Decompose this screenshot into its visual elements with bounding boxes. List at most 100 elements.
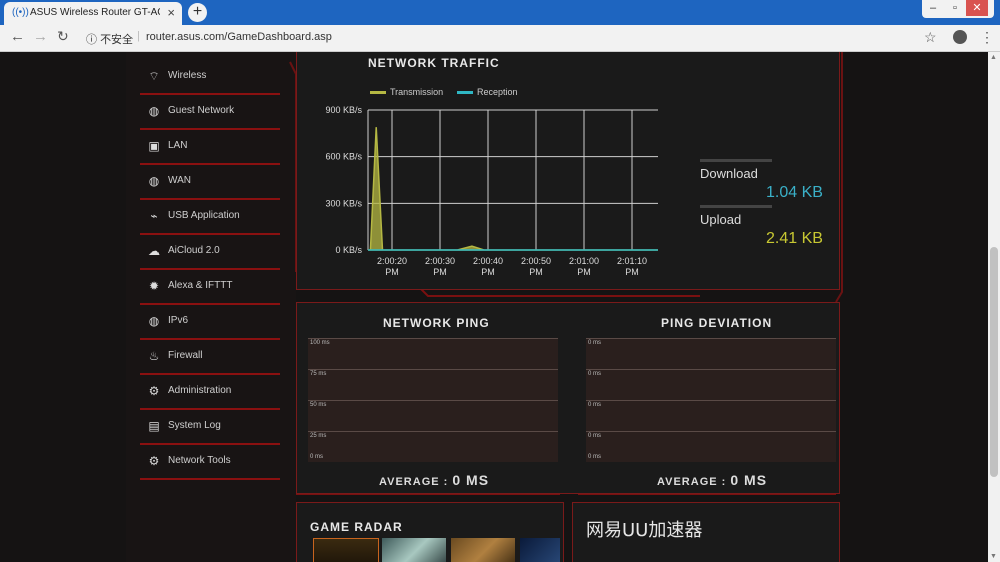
deviation-axis-label: 0 ms [588,402,602,408]
x-tick-label: 2:00:30 [425,256,455,266]
sidebar-item-usb-application[interactable]: ⌁ USB Application [140,200,280,235]
sidebar-item-system-log[interactable]: ▤ System Log [140,410,280,445]
reload-icon[interactable]: ↻ [57,28,69,45]
url-field[interactable]: router.asus.com/GameDashboard.asp [146,31,332,43]
globe-icon: ◍ [148,104,160,118]
sidebar-item-label: LAN [168,140,188,151]
sidebar-item-label: WAN [168,175,191,186]
forward-icon[interactable]: → [33,28,48,45]
x-tick-label: PM [385,267,399,277]
sidebar-item-wireless[interactable]: ⌔ Wireless [140,60,280,95]
globe-icon: ◍ [148,174,160,188]
window-controls: – ▫ ✕ [922,0,994,18]
grid-line [586,431,836,432]
series-transmission-area [368,127,658,251]
ping-axis-label: 25 ms [310,433,327,439]
grid-line [586,338,836,339]
browser-menu-icon[interactable]: ⋮ [980,29,994,46]
upload-bar [700,205,772,208]
wifi-icon: ⌔ [148,69,160,83]
sidebar-item-firewall[interactable]: ♨ Firewall [140,340,280,375]
sidebar-item-lan[interactable]: ▣ LAN [140,130,280,165]
security-label: 不安全 [100,34,134,46]
network-traffic-chart: 900 KB/s600 KB/s300 KB/s0 KB/s2:00:20PM2… [325,105,658,277]
ping-axis-label: 0 ms [310,454,324,460]
cloud-icon: ☁ [148,244,160,258]
sidebar-item-label: Firewall [168,350,203,361]
deviation-axis-label: 0 ms [588,340,602,346]
grid-line [308,369,558,370]
gear-icon: ⚙ [148,384,160,398]
scroll-down-icon[interactable]: ▼ [990,553,997,560]
asus-favicon-icon: ((•)) [12,7,29,18]
sidebar-item-aicloud[interactable]: ☁ AiCloud 2.0 [140,235,280,270]
game-thumbnail[interactable] [382,538,446,562]
sidebar-item-network-tools[interactable]: ⚙ Network Tools [140,445,280,480]
y-tick-label: 900 KB/s [325,105,362,115]
address-bar: ← → ↻ ⓘ 不安全 | router.asus.com/GameDashbo… [0,25,1000,52]
deviation-axis-label: 0 ms [588,371,602,377]
sidebar-item-label: Network Tools [168,455,231,466]
deviation-axis-label: 0 ms [588,433,602,439]
grid-line [586,400,836,401]
sidebar-item-ipv6[interactable]: ◍ IPv6 [140,305,280,340]
network-traffic-title: NETWORK TRAFFIC [368,56,500,70]
upload-label: Upload [700,212,742,227]
account-icon[interactable] [953,30,967,44]
uu-accelerator-title: 网易UU加速器 [586,520,703,541]
security-indicator[interactable]: ⓘ 不安全 [86,31,133,47]
grid-line [308,400,558,401]
network-ping-chart: 100 ms 75 ms 50 ms 25 ms 0 ms [308,338,558,462]
ping-axis-label: 100 ms [310,340,330,346]
sidebar-item-guest-network[interactable]: ◍ Guest Network [140,95,280,130]
sidebar-item-wan[interactable]: ◍ WAN [140,165,280,200]
x-tick-label: 2:00:40 [473,256,503,266]
legend-reception: Reception [457,87,518,97]
game-thumbnail[interactable] [313,538,379,562]
ping-axis-label: 50 ms [310,402,327,408]
sidebar-item-administration[interactable]: ⚙ Administration [140,375,280,410]
usb-icon: ⌁ [150,209,158,223]
x-tick-label: PM [529,267,543,277]
log-icon: ▤ [148,419,160,433]
ping-deviation-chart: 0 ms 0 ms 0 ms 0 ms 0 ms [586,338,836,462]
x-tick-label: 2:01:10 [617,256,647,266]
upload-value: 2.41 KB [766,230,823,247]
ping-average: AVERAGE : 0 MS [379,472,489,488]
game-thumbnail[interactable] [520,538,560,562]
game-dashboard-page: ⌔ Wireless ◍ Guest Network ▣ LAN ◍ WAN ⌁ USB … [0,52,988,562]
new-tab-button[interactable]: + [188,3,207,22]
legend-swatch [370,91,386,95]
window-close-icon[interactable]: ✕ [966,0,988,16]
alexa-icon: ✹ [148,279,160,293]
browser-tab[interactable]: ((•)) ASUS Wireless Router GT-AC5300 × [4,2,182,25]
minimize-icon[interactable]: – [922,0,944,16]
ping-average-value: 0 MS [452,472,490,488]
bookmark-star-icon[interactable]: ☆ [924,29,937,46]
url-separator: | [137,30,140,42]
tab-close-icon[interactable]: × [167,5,175,20]
scrollbar-thumb[interactable] [990,247,998,477]
ping-average-label: AVERAGE : [379,476,449,488]
deviation-axis-label: 0 ms [588,454,602,460]
sidebar-item-label: System Log [168,420,221,431]
download-value: 1.04 KB [766,184,823,201]
ping-deviation-title: PING DEVIATION [661,316,773,330]
globe-icon: ◍ [148,314,160,328]
grid-line [586,369,836,370]
sidebar-item-label: Administration [168,385,232,396]
game-thumbnail[interactable] [451,538,515,562]
sidebar-item-label: IPv6 [168,315,189,326]
deviation-average-label: AVERAGE : [657,476,727,488]
download-label: Download [700,166,758,181]
back-icon[interactable]: ← [10,28,25,45]
sidebar-item-alexa-ifttt[interactable]: ✹ Alexa & IFTTT [140,270,280,305]
grid-line [308,338,558,339]
x-tick-label: 2:00:50 [521,256,551,266]
x-tick-label: PM [625,267,639,277]
download-bar [700,159,772,162]
sidebar-item-label: USB Application [168,210,240,221]
scroll-up-icon[interactable]: ▲ [990,54,997,61]
page-scrollbar[interactable]: ▲ ▼ [988,52,1000,562]
restore-icon[interactable]: ▫ [944,0,966,16]
